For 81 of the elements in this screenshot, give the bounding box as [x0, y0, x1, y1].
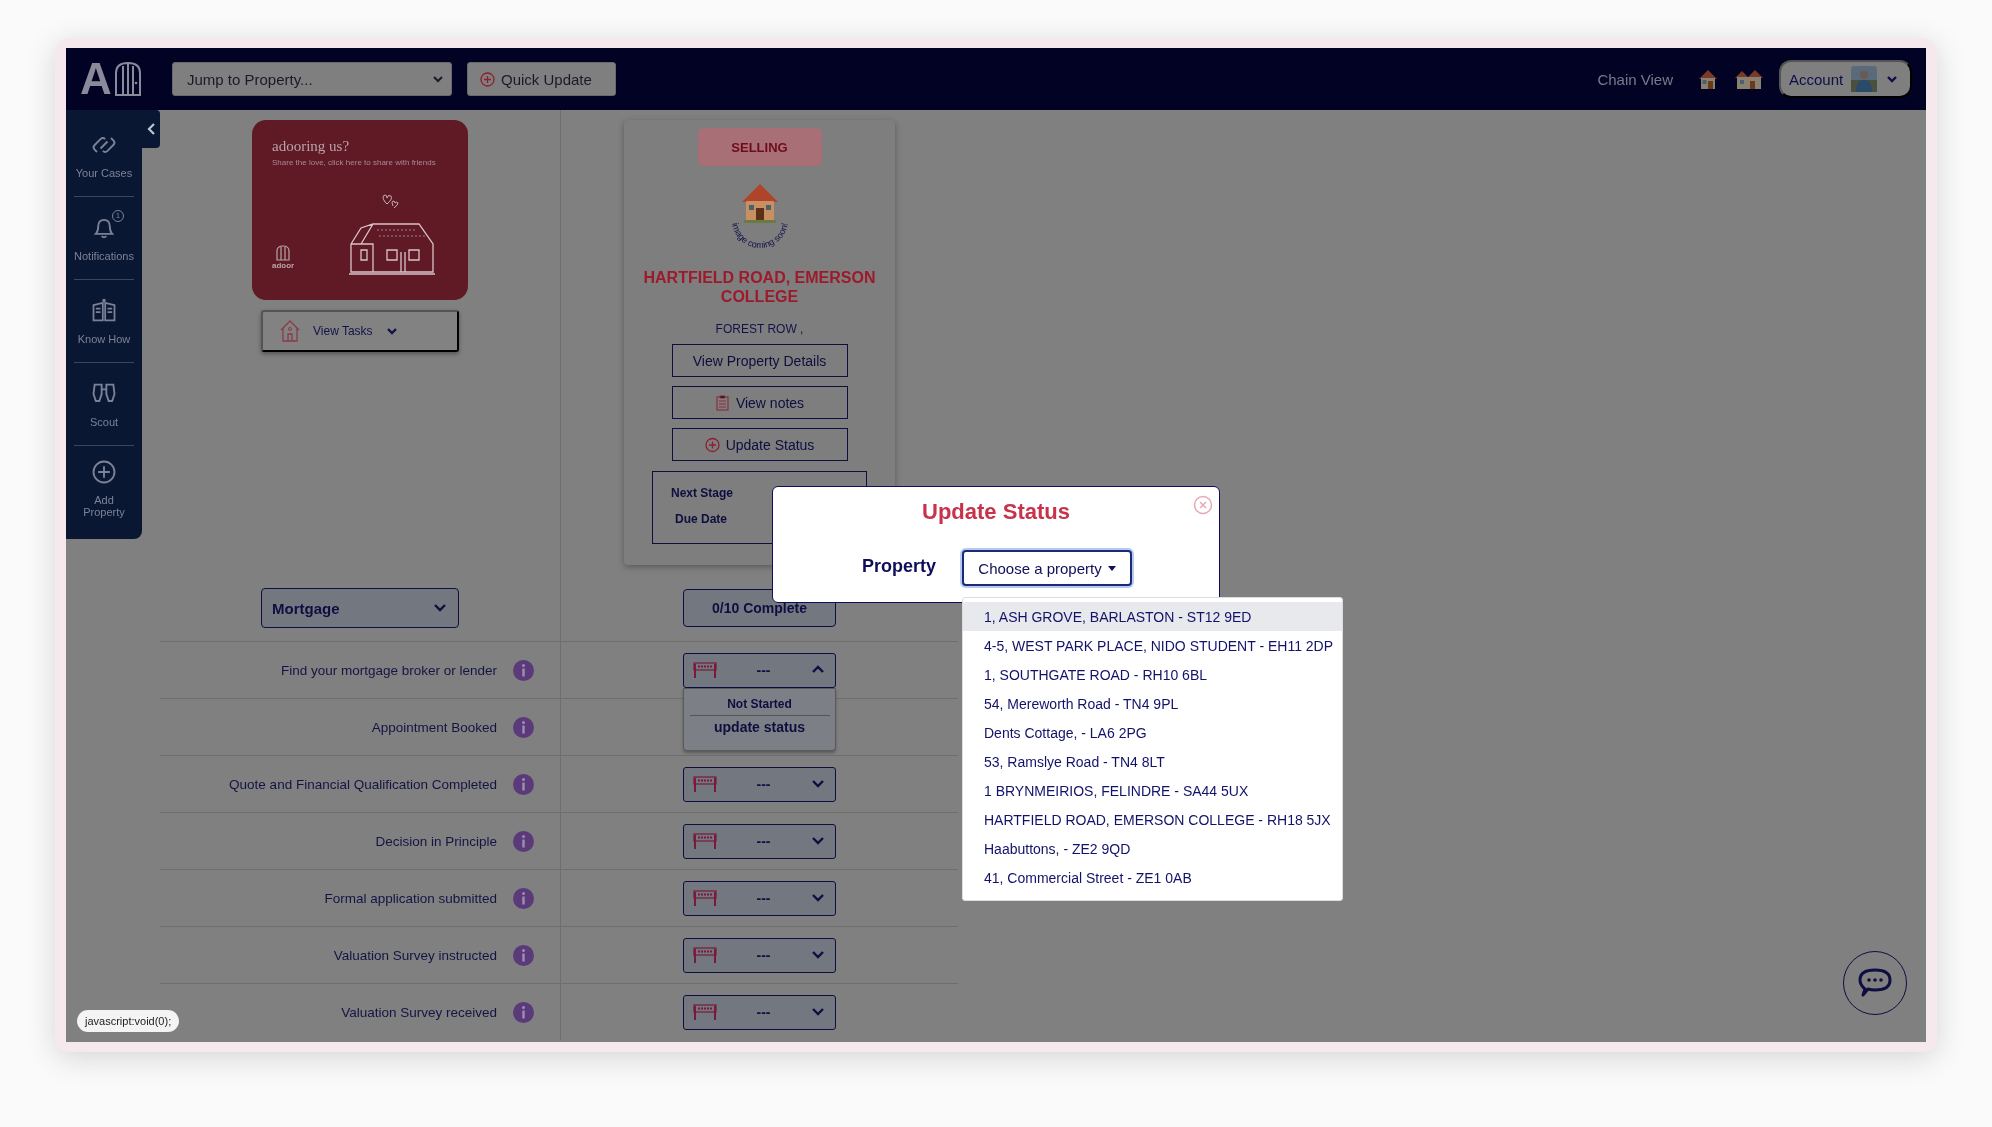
sidebar-item[interactable]: Your Cases: [74, 114, 134, 197]
chat-icon: [1857, 967, 1893, 999]
sidebar-item[interactable]: Add Property: [74, 446, 134, 529]
status-select[interactable]: ---: [683, 937, 836, 973]
chevron-left-icon: [146, 122, 156, 136]
info-icon[interactable]: [513, 1001, 534, 1023]
promo-title: adooring us?: [272, 138, 351, 155]
sidebar-item[interactable]: Scout: [74, 363, 134, 446]
info-icon[interactable]: [513, 773, 534, 795]
task-label: Appointment Booked: [371, 719, 497, 735]
property-option[interactable]: 1, ASH GROVE, BARLASTON - ST12 9ED: [963, 602, 1342, 631]
status-value: Not Started: [689, 697, 830, 716]
status-select[interactable]: ---: [683, 652, 836, 688]
property-dropdown[interactable]: Choose a property: [962, 550, 1132, 586]
property-option[interactable]: HARTFIELD ROAD, EMERSON COLLEGE - RH18 5JX: [963, 805, 1342, 834]
share-promo-card[interactable]: adooring us? Share the love, click here to share with friends adoor: [252, 120, 468, 300]
dialog-title: Update Status: [921, 499, 1071, 525]
caret-icon: [1107, 565, 1116, 571]
collapse-sidebar-button[interactable]: [142, 110, 160, 148]
house-icon: [741, 184, 778, 223]
jump-to-property-select[interactable]: Jump to Property...: [172, 62, 452, 96]
task-label: Valuation Survey instructed: [333, 947, 497, 963]
category-select[interactable]: Mortgage: [261, 588, 459, 628]
task-label: Find your mortgage broker or lender: [280, 662, 497, 678]
logo-letter: A: [80, 57, 112, 101]
update-status-button[interactable]: Update Status: [671, 428, 848, 461]
property-option[interactable]: 54, Mereworth Road - TN4 9PL: [963, 689, 1342, 718]
start-banner-icon: [693, 889, 717, 907]
property-option[interactable]: Dents Cottage, - LA6 2PG: [963, 718, 1342, 747]
info-icon[interactable]: [513, 944, 534, 966]
notification-count: 1: [112, 210, 124, 222]
property-option[interactable]: 41, Commercial Street - ZE1 0AB: [963, 863, 1342, 892]
task-label: Decision in Principle: [375, 833, 497, 849]
property-option[interactable]: 53, Ramslye Road - TN4 8LT: [963, 747, 1342, 776]
start-banner-icon: [693, 832, 717, 850]
next-stage-label: Next Stage: [671, 486, 735, 500]
view-property-details-button[interactable]: View Property Details: [671, 344, 848, 377]
house-icon[interactable]: [1697, 68, 1719, 90]
task-label: Valuation Survey received: [341, 1004, 497, 1020]
property-title: HARTFIELD ROAD, EMERSON COLLEGE: [642, 268, 877, 306]
door-icon: [276, 245, 291, 261]
property-town: FOREST ROW ,: [715, 322, 804, 336]
update-status-link[interactable]: update status: [714, 719, 805, 735]
start-banner-icon: [693, 946, 717, 964]
promo-subtitle: Share the love, click here to share with friends: [272, 158, 437, 168]
quick-update-button[interactable]: Quick Update: [467, 62, 616, 96]
plus-circle-icon: [480, 71, 495, 87]
status-select[interactable]: ---: [683, 823, 836, 859]
info-icon[interactable]: [513, 659, 534, 681]
property-label: Property: [862, 556, 937, 577]
close-icon[interactable]: [1193, 495, 1213, 515]
task-label: Formal application submitted: [324, 890, 497, 906]
status-select[interactable]: ---: [683, 994, 836, 1030]
account-menu-button[interactable]: Account: [1779, 60, 1912, 98]
plus-circle-icon: [704, 436, 720, 453]
house-icon: [279, 319, 301, 343]
sidebar-item[interactable]: 1 Notifications: [74, 197, 134, 280]
status-select[interactable]: ---: [683, 880, 836, 916]
view-tasks-button[interactable]: View Tasks: [261, 310, 459, 352]
start-banner-icon: [693, 1003, 717, 1021]
property-option[interactable]: Haabuttons, - ZE2 9QD: [963, 834, 1342, 863]
clipboard-icon: [714, 394, 730, 411]
info-icon[interactable]: [513, 887, 534, 909]
start-banner-icon: [693, 661, 717, 679]
info-icon[interactable]: [513, 716, 534, 738]
view-notes-button[interactable]: View notes: [671, 386, 848, 419]
brand-name: adoor: [272, 261, 295, 270]
property-option[interactable]: 1 BRYNMEIRIOS, FELINDRE - SA44 5UX: [963, 776, 1342, 805]
sidebar-item[interactable]: Know How: [74, 280, 134, 363]
door-icon: [113, 61, 142, 97]
status-select[interactable]: ---: [683, 766, 836, 802]
info-icon[interactable]: [513, 830, 534, 852]
start-banner-icon: [693, 775, 717, 793]
chain-view-link[interactable]: Chain View: [1597, 70, 1673, 88]
property-option[interactable]: 4-5, WEST PARK PLACE, NIDO STUDENT - EH11 2DP: [963, 631, 1342, 660]
houses-icon[interactable]: [1735, 68, 1763, 90]
task-label: Quote and Financial Qualification Completed: [229, 776, 497, 792]
link-tooltip: javascript:void(0);: [77, 1010, 180, 1032]
property-option[interactable]: 1, SOUTHGATE ROAD - RH10 6BL: [963, 660, 1342, 689]
due-date-label: Due Date: [674, 512, 728, 526]
selling-badge: SELLING: [697, 128, 822, 166]
